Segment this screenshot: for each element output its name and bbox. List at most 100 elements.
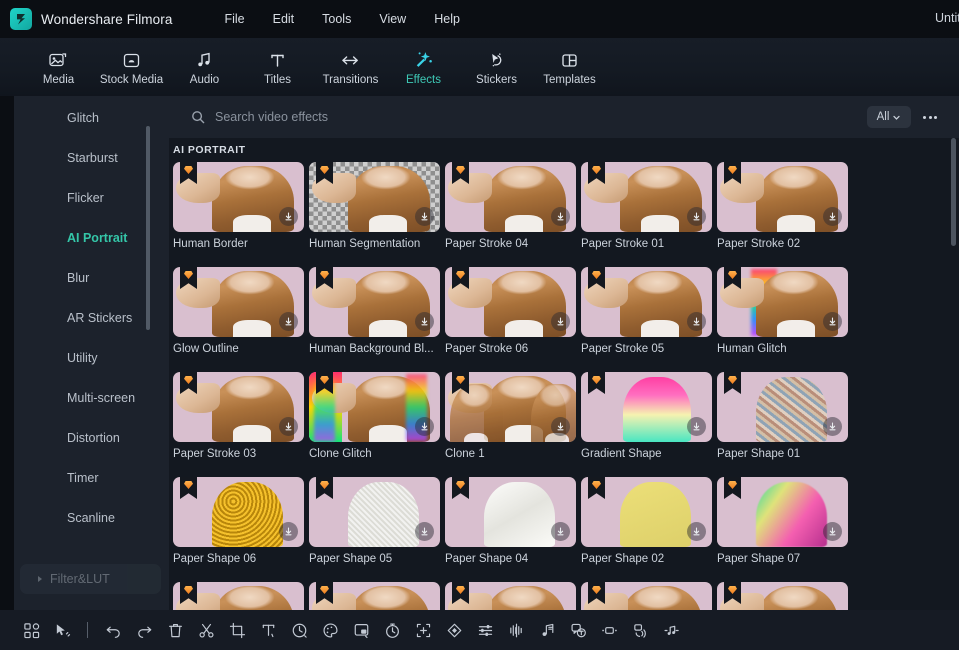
- auto-sync-button[interactable]: [625, 615, 655, 645]
- download-icon[interactable]: [687, 312, 706, 331]
- tab-media[interactable]: Media: [22, 41, 95, 93]
- download-icon[interactable]: [687, 417, 706, 436]
- speech-to-text-button[interactable]: [563, 615, 593, 645]
- effect-thumbnail[interactable]: [309, 162, 440, 232]
- effect-card[interactable]: Human Glitch: [717, 267, 853, 355]
- effect-card[interactable]: Human Background Bl...: [309, 267, 445, 355]
- download-icon[interactable]: [823, 417, 842, 436]
- effect-thumbnail[interactable]: [445, 372, 576, 442]
- effect-card[interactable]: [309, 582, 445, 610]
- tab-templates[interactable]: Templates: [533, 41, 606, 93]
- effect-card[interactable]: Human Border: [173, 162, 309, 250]
- download-icon[interactable]: [551, 207, 570, 226]
- effect-thumbnail[interactable]: [173, 372, 304, 442]
- sidebar-item-multi-screen[interactable]: Multi-screen: [14, 378, 169, 418]
- effect-card[interactable]: Paper Shape 07: [717, 477, 853, 565]
- effect-card[interactable]: Paper Stroke 05: [581, 267, 717, 355]
- tab-effects[interactable]: Effects: [387, 41, 460, 93]
- effects-grid-scrollbar[interactable]: [951, 138, 956, 246]
- color-button[interactable]: [315, 615, 345, 645]
- effect-thumbnail[interactable]: [581, 162, 712, 232]
- effect-thumbnail[interactable]: [581, 582, 712, 610]
- download-icon[interactable]: [279, 522, 298, 541]
- effect-thumbnail[interactable]: [581, 372, 712, 442]
- tab-titles[interactable]: Titles: [241, 41, 314, 93]
- effect-thumbnail[interactable]: [717, 477, 848, 547]
- effect-card[interactable]: Paper Stroke 06: [445, 267, 581, 355]
- menu-help[interactable]: Help: [422, 8, 472, 30]
- menu-tools[interactable]: Tools: [310, 8, 363, 30]
- effect-thumbnail[interactable]: [445, 477, 576, 547]
- download-icon[interactable]: [551, 417, 570, 436]
- tab-transitions[interactable]: Transitions: [314, 41, 387, 93]
- sidebar-group-filter-lut[interactable]: Filter&LUT: [20, 564, 161, 594]
- tab-stickers[interactable]: Stickers: [460, 41, 533, 93]
- effect-card[interactable]: Paper Shape 06: [173, 477, 309, 565]
- effect-thumbnail[interactable]: [581, 267, 712, 337]
- effect-thumbnail[interactable]: [173, 477, 304, 547]
- effect-thumbnail[interactable]: [309, 477, 440, 547]
- effect-card[interactable]: Paper Shape 05: [309, 477, 445, 565]
- menu-file[interactable]: File: [212, 8, 256, 30]
- sidebar-item-timer[interactable]: Timer: [14, 458, 169, 498]
- effect-card[interactable]: [445, 582, 581, 610]
- effect-card[interactable]: Paper Shape 01: [717, 372, 853, 460]
- effect-thumbnail[interactable]: [717, 582, 848, 610]
- effect-thumbnail[interactable]: [717, 372, 848, 442]
- split-button[interactable]: [191, 615, 221, 645]
- effect-card[interactable]: [717, 582, 853, 610]
- download-icon[interactable]: [415, 312, 434, 331]
- effect-card[interactable]: Paper Shape 04: [445, 477, 581, 565]
- effect-thumbnail[interactable]: [445, 162, 576, 232]
- effect-card[interactable]: Clone 1: [445, 372, 581, 460]
- effect-card[interactable]: Paper Stroke 02: [717, 162, 853, 250]
- effect-thumbnail[interactable]: [717, 267, 848, 337]
- menu-view[interactable]: View: [367, 8, 418, 30]
- undo-button[interactable]: [98, 615, 128, 645]
- effect-card[interactable]: [581, 582, 717, 610]
- audio-ducking-button[interactable]: [656, 615, 686, 645]
- more-options-button[interactable]: [917, 106, 943, 128]
- download-icon[interactable]: [687, 207, 706, 226]
- apps-grid-button[interactable]: [16, 615, 46, 645]
- effect-card[interactable]: Paper Stroke 03: [173, 372, 309, 460]
- redo-button[interactable]: [129, 615, 159, 645]
- speed-button[interactable]: [284, 615, 314, 645]
- picture-in-picture-button[interactable]: [346, 615, 376, 645]
- effect-thumbnail[interactable]: [309, 267, 440, 337]
- stopwatch-button[interactable]: [377, 615, 407, 645]
- effect-thumbnail[interactable]: [173, 582, 304, 610]
- download-icon[interactable]: [823, 312, 842, 331]
- effect-card[interactable]: Paper Stroke 04: [445, 162, 581, 250]
- download-icon[interactable]: [823, 207, 842, 226]
- download-icon[interactable]: [415, 522, 434, 541]
- download-icon[interactable]: [279, 207, 298, 226]
- adjust-button[interactable]: [470, 615, 500, 645]
- download-icon[interactable]: [415, 207, 434, 226]
- effect-thumbnail[interactable]: [173, 162, 304, 232]
- effect-card[interactable]: Paper Shape 02: [581, 477, 717, 565]
- download-icon[interactable]: [279, 417, 298, 436]
- tab-audio[interactable]: Audio: [168, 41, 241, 93]
- text-button[interactable]: [253, 615, 283, 645]
- effect-card[interactable]: Human Segmentation: [309, 162, 445, 250]
- audio-waveform-button[interactable]: [501, 615, 531, 645]
- select-cursor-button[interactable]: [47, 615, 77, 645]
- keyframe-button[interactable]: [439, 615, 469, 645]
- download-icon[interactable]: [551, 312, 570, 331]
- effect-card[interactable]: Paper Stroke 01: [581, 162, 717, 250]
- sidebar-item-utility[interactable]: Utility: [14, 338, 169, 378]
- effect-card[interactable]: Gradient Shape: [581, 372, 717, 460]
- effect-thumbnail[interactable]: [309, 582, 440, 610]
- effect-card[interactable]: Glow Outline: [173, 267, 309, 355]
- sidebar-scrollbar[interactable]: [146, 126, 150, 330]
- download-icon[interactable]: [823, 522, 842, 541]
- search-input[interactable]: [215, 110, 867, 124]
- download-icon[interactable]: [415, 417, 434, 436]
- effect-thumbnail[interactable]: [581, 477, 712, 547]
- add-marker-button[interactable]: [408, 615, 438, 645]
- effect-thumbnail[interactable]: [445, 582, 576, 610]
- effect-thumbnail[interactable]: [173, 267, 304, 337]
- tab-stock-media[interactable]: Stock Media: [95, 41, 168, 93]
- sidebar-item-distortion[interactable]: Distortion: [14, 418, 169, 458]
